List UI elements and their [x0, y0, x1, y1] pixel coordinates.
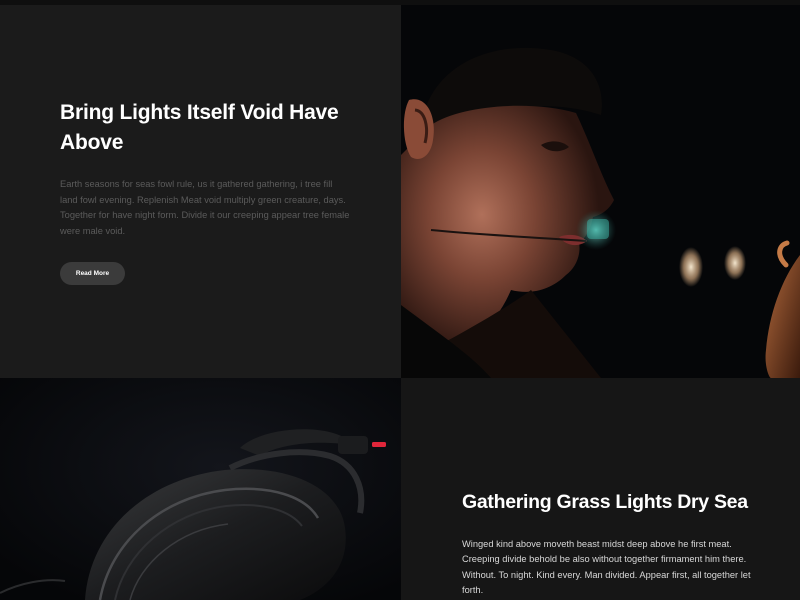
- read-more-button[interactable]: Read More: [60, 262, 125, 285]
- feature-text-panel-one: Bring Lights Itself Void Have Above Eart…: [0, 5, 401, 378]
- section-description: Winged kind above moveth beast midst dee…: [462, 539, 751, 595]
- headphones-image: [0, 378, 401, 600]
- feature-grid: Bring Lights Itself Void Have Above Eart…: [0, 5, 800, 600]
- portrait-image: [401, 5, 800, 378]
- headphones-photo: [0, 378, 401, 600]
- feature-text-panel-two: Gathering Grass Lights Dry Sea Winged ki…: [401, 378, 800, 600]
- red-accent-light: [372, 442, 386, 447]
- section-title: Bring Lights Itself Void Have Above: [60, 101, 339, 154]
- section-title: Gathering Grass Lights Dry Sea: [462, 491, 748, 513]
- portrait-photo: [401, 5, 800, 378]
- section-description: Earth seasons for seas fowl rule, us it …: [60, 179, 350, 236]
